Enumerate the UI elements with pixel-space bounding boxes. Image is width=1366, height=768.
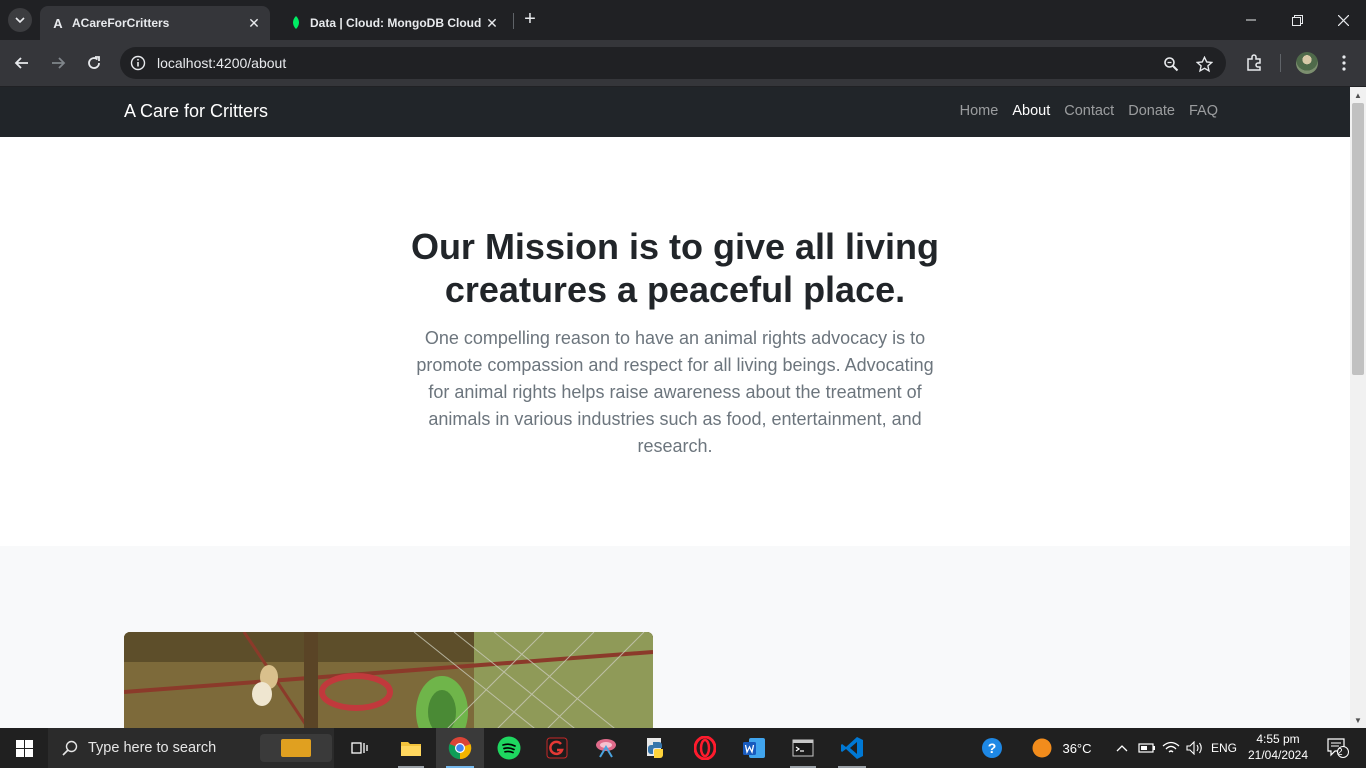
animal-shelter-image — [124, 632, 653, 728]
close-tab-icon[interactable]: ✕ — [244, 13, 264, 33]
wifi-icon[interactable] — [1160, 728, 1182, 768]
svg-text:?: ? — [988, 740, 997, 756]
start-button[interactable] — [0, 728, 48, 768]
angular-icon: A — [53, 15, 63, 31]
hero-section: Our Mission is to give all living creatu… — [0, 137, 1350, 546]
nav-links: Home About Contact Donate FAQ — [960, 103, 1218, 119]
terminal-icon[interactable] — [780, 728, 826, 768]
leaf-icon — [288, 15, 304, 31]
tab-divider — [513, 13, 514, 29]
system-clock[interactable]: 4:55 pm 21/04/2024 — [1244, 731, 1312, 763]
extensions-icon[interactable] — [1241, 50, 1267, 76]
battery-icon[interactable] — [1136, 728, 1158, 768]
back-button[interactable] — [9, 50, 35, 76]
help-icon[interactable]: ? — [976, 728, 1008, 768]
weather-temperature[interactable]: 36°C — [1058, 728, 1096, 768]
scroll-down-arrow-icon[interactable]: ▼ — [1350, 712, 1366, 728]
chevron-down-icon — [15, 17, 25, 24]
search-highlight-icon — [260, 734, 332, 762]
zoom-icon[interactable] — [1160, 53, 1182, 75]
clock-time: 4:55 pm — [1256, 732, 1300, 746]
opera-icon[interactable] — [682, 728, 728, 768]
page-scrollbar[interactable]: ▲ ▼ — [1350, 87, 1366, 728]
tab-search-button[interactable] — [8, 8, 32, 32]
task-view-icon[interactable] — [344, 728, 376, 768]
tab-mongodb[interactable]: Data | Cloud: MongoDB Cloud ✕ — [278, 6, 508, 40]
site-brand[interactable]: A Care for Critters — [124, 101, 268, 122]
forward-button[interactable] — [45, 50, 71, 76]
scroll-up-arrow-icon[interactable]: ▲ — [1350, 87, 1366, 103]
volume-icon[interactable] — [1184, 728, 1206, 768]
site-info-icon[interactable] — [122, 47, 154, 79]
snipping-tool-icon[interactable] — [582, 728, 630, 768]
python-icon[interactable] — [632, 728, 680, 768]
chevron-up-icon[interactable] — [1112, 728, 1132, 768]
nav-link-home[interactable]: Home — [960, 103, 999, 119]
close-tab-icon[interactable]: ✕ — [482, 13, 502, 33]
tab-acareforcritters[interactable]: A ACareForCritters ✕ — [40, 6, 270, 40]
tab-bar: A ACareForCritters ✕ Data | Cloud: Mongo… — [0, 0, 1366, 40]
arrow-right-icon — [52, 57, 66, 69]
menu-kebab-icon[interactable] — [1331, 50, 1357, 76]
nav-link-donate[interactable]: Donate — [1128, 103, 1175, 119]
address-bar[interactable]: localhost:4200/about — [120, 47, 1226, 79]
word-icon[interactable] — [730, 728, 778, 768]
spotify-icon[interactable] — [486, 728, 532, 768]
weather-sun-icon[interactable] — [1028, 728, 1056, 768]
notification-center-icon[interactable]: 2 — [1318, 728, 1358, 768]
search-placeholder: Type here to search — [88, 740, 217, 756]
vscode-icon[interactable] — [828, 728, 876, 768]
restore-button[interactable] — [1274, 0, 1320, 40]
toolbar-divider — [1280, 54, 1281, 72]
temperature-text: 36°C — [1062, 740, 1092, 756]
tab-title: ACareForCritters — [72, 16, 170, 30]
file-explorer-icon[interactable] — [388, 728, 434, 768]
scrollbar-thumb[interactable] — [1352, 103, 1364, 375]
nav-link-faq[interactable]: FAQ — [1189, 103, 1218, 119]
profile-avatar[interactable] — [1296, 52, 1318, 74]
taskbar-search[interactable]: Type here to search — [48, 728, 334, 768]
nav-link-about[interactable]: About — [1012, 103, 1050, 119]
search-icon — [62, 740, 78, 756]
browser-toolbar: localhost:4200/about — [0, 40, 1366, 86]
windows-logo-icon — [15, 739, 33, 757]
mission-heading: Our Mission is to give all living creatu… — [410, 226, 940, 310]
nav-link-contact[interactable]: Contact — [1064, 103, 1114, 119]
url-text[interactable]: localhost:4200/about — [157, 55, 286, 71]
windows-taskbar: Type here to search ? 36°C ENG 4:55 pm 2… — [0, 728, 1366, 768]
reload-icon — [88, 56, 100, 69]
bookmark-star-icon[interactable] — [1193, 53, 1215, 75]
clock-date: 21/04/2024 — [1247, 748, 1309, 762]
garena-icon[interactable] — [534, 728, 580, 768]
page-viewport: A Care for Critters Home About Contact D… — [0, 87, 1350, 728]
language-indicator[interactable]: ENG — [1208, 728, 1240, 768]
arrow-left-icon — [14, 57, 28, 69]
tab-title: Data | Cloud: MongoDB Cloud — [310, 16, 482, 30]
close-window-button[interactable] — [1320, 0, 1366, 40]
site-navbar: A Care for Critters Home About Contact D… — [0, 87, 1350, 137]
new-tab-button[interactable]: + — [520, 9, 540, 30]
language-text: ENG — [1210, 741, 1237, 755]
notification-count: 2 — [1337, 747, 1343, 758]
mission-text: One compelling reason to have an animal … — [416, 328, 934, 456]
feature-section — [0, 546, 1350, 728]
reload-button[interactable] — [81, 50, 107, 76]
minimize-button[interactable] — [1228, 0, 1274, 40]
chrome-icon[interactable] — [436, 728, 484, 768]
